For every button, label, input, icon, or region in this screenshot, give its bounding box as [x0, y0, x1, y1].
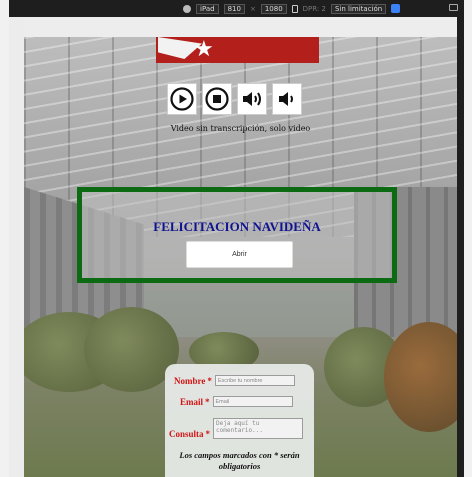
- query-label: Consulta: [169, 429, 204, 439]
- required-mark: *: [207, 375, 212, 386]
- rotate-icon[interactable]: [291, 4, 298, 13]
- times-separator: ×: [249, 4, 256, 13]
- volume-up-button[interactable]: [237, 83, 267, 115]
- required-mark: *: [205, 429, 211, 439]
- touch-emulation-icon[interactable]: [391, 4, 401, 13]
- required-mark: *: [205, 396, 210, 407]
- width-input[interactable]: 810: [223, 3, 245, 14]
- contact-form: Nombre * Escribe tu nombre Email * Email…: [165, 364, 314, 477]
- devtools-gutter-left: [9, 17, 24, 477]
- page-viewport: ★ Video sin transcripción, solo video FE…: [24, 37, 457, 477]
- name-label: Nombre: [174, 375, 206, 386]
- christmas-card-image: ★: [156, 37, 319, 63]
- email-label: Email: [180, 396, 204, 407]
- greeting-box: FELICITACION NAVIDEÑA Abrir: [77, 187, 397, 283]
- height-input[interactable]: 1080: [260, 3, 287, 14]
- query-row: Consulta * Deja aquí tu comentario...: [169, 418, 304, 439]
- open-button[interactable]: Abrir: [186, 241, 293, 268]
- required-fields-note: Los campos marcados con * serán obligato…: [179, 450, 300, 471]
- devtools-gutter-right: [457, 17, 464, 477]
- dpr-select[interactable]: DPR: 2: [303, 5, 326, 13]
- media-controls: [167, 83, 302, 115]
- volume-down-icon: [279, 92, 293, 106]
- email-row: Email * Email: [180, 396, 293, 407]
- volume-down-button[interactable]: [272, 83, 302, 115]
- devtools-device-toolbar: iPad 810 × 1080 DPR: 2 Sin limitación: [9, 0, 464, 17]
- name-row: Nombre * Escribe tu nombre: [174, 375, 295, 386]
- screenshot-icon[interactable]: [449, 4, 458, 11]
- email-input[interactable]: Email: [212, 396, 293, 407]
- stop-icon: [205, 87, 229, 111]
- throttling-select[interactable]: Sin limitación: [330, 3, 387, 14]
- device-select[interactable]: iPad: [196, 3, 219, 14]
- greeting-title: FELICITACION NAVIDEÑA: [153, 219, 321, 234]
- device-icon: [183, 4, 191, 13]
- play-button[interactable]: [167, 83, 197, 115]
- play-icon: [170, 87, 194, 111]
- query-textarea[interactable]: Deja aquí tu comentario...: [213, 418, 304, 439]
- name-input[interactable]: Escribe tu nombre: [214, 375, 295, 386]
- stop-button[interactable]: [202, 83, 232, 115]
- star-icon: ★: [194, 37, 214, 62]
- video-caption: Video sin transcripción, solo video: [170, 124, 311, 133]
- volume-up-icon: [243, 92, 261, 106]
- viewport-top-strip: [24, 17, 457, 37]
